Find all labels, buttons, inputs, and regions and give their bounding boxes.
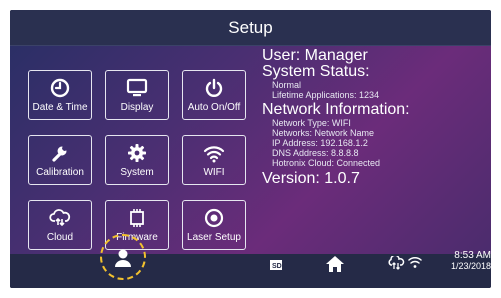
sd-label: SD xyxy=(272,263,282,270)
dns-address: DNS Address: 8.8.8.8 xyxy=(272,148,359,158)
network-type: Network Type: WIFI xyxy=(272,118,351,128)
version-label: Version: 1.0.7 xyxy=(262,170,360,187)
tile-label: Calibration xyxy=(36,167,84,178)
top-bar: Setup xyxy=(10,10,491,46)
monitor-icon xyxy=(126,78,148,97)
cloud-status: Hotronix Cloud: Connected xyxy=(272,158,381,168)
user-icon xyxy=(115,249,131,267)
user-label: User: Manager xyxy=(262,47,368,64)
wifi-status-icon xyxy=(408,256,422,268)
lifetime-applications: Lifetime Applications: 1234 xyxy=(272,90,380,100)
time-label: 8:53 AM xyxy=(454,250,491,261)
device-screen: Setup Date & Time Display Auto On/Off Ca… xyxy=(10,10,491,288)
tile-label: System xyxy=(120,167,154,178)
clock-icon xyxy=(50,78,70,98)
date-label: 1/23/2018 xyxy=(450,261,491,271)
tile-laser-setup[interactable]: Laser Setup xyxy=(182,200,246,250)
tile-cloud[interactable]: Cloud xyxy=(28,200,92,250)
power-icon xyxy=(205,78,223,97)
wrench-icon xyxy=(52,146,67,162)
tile-label: WIFI xyxy=(203,167,225,178)
sd-card-icon[interactable]: SD xyxy=(268,259,284,271)
cloud-sync-icon xyxy=(388,256,405,270)
cloud-sync-icon xyxy=(49,209,71,227)
tile-auto-on-off[interactable]: Auto On/Off xyxy=(182,70,246,120)
page-title: Setup xyxy=(228,17,273,37)
ip-address: IP Address: 192.168.1.2 xyxy=(272,138,368,148)
tile-label: Date & Time xyxy=(32,102,88,113)
main-panel: Date & Time Display Auto On/Off Calibrat… xyxy=(10,46,491,254)
tile-label: Laser Setup xyxy=(187,232,241,243)
tile-wifi[interactable]: WIFI xyxy=(182,135,246,185)
tile-calibration[interactable]: Calibration xyxy=(28,135,92,185)
chip-icon xyxy=(130,209,144,227)
tile-system[interactable]: System xyxy=(105,135,169,185)
gear-icon xyxy=(128,144,146,162)
tile-date-time[interactable]: Date & Time xyxy=(28,70,92,120)
tile-label: Display xyxy=(120,102,154,113)
network-name: Networks: Network Name xyxy=(272,128,375,138)
info-panel: User: Manager System Status: Normal Life… xyxy=(262,48,410,187)
tile-display[interactable]: Display xyxy=(105,70,169,120)
home-icon[interactable] xyxy=(324,254,346,274)
clock: 8:53 AM 1/23/2018 xyxy=(451,250,491,272)
tile-label: Cloud xyxy=(46,232,74,243)
system-status-title: System Status: xyxy=(262,63,370,80)
wifi-icon xyxy=(203,146,225,163)
network-info-title: Network Information: xyxy=(262,101,410,118)
tile-label: Auto On/Off xyxy=(187,102,241,113)
target-icon xyxy=(204,208,224,228)
system-status-value: Normal xyxy=(272,80,302,90)
